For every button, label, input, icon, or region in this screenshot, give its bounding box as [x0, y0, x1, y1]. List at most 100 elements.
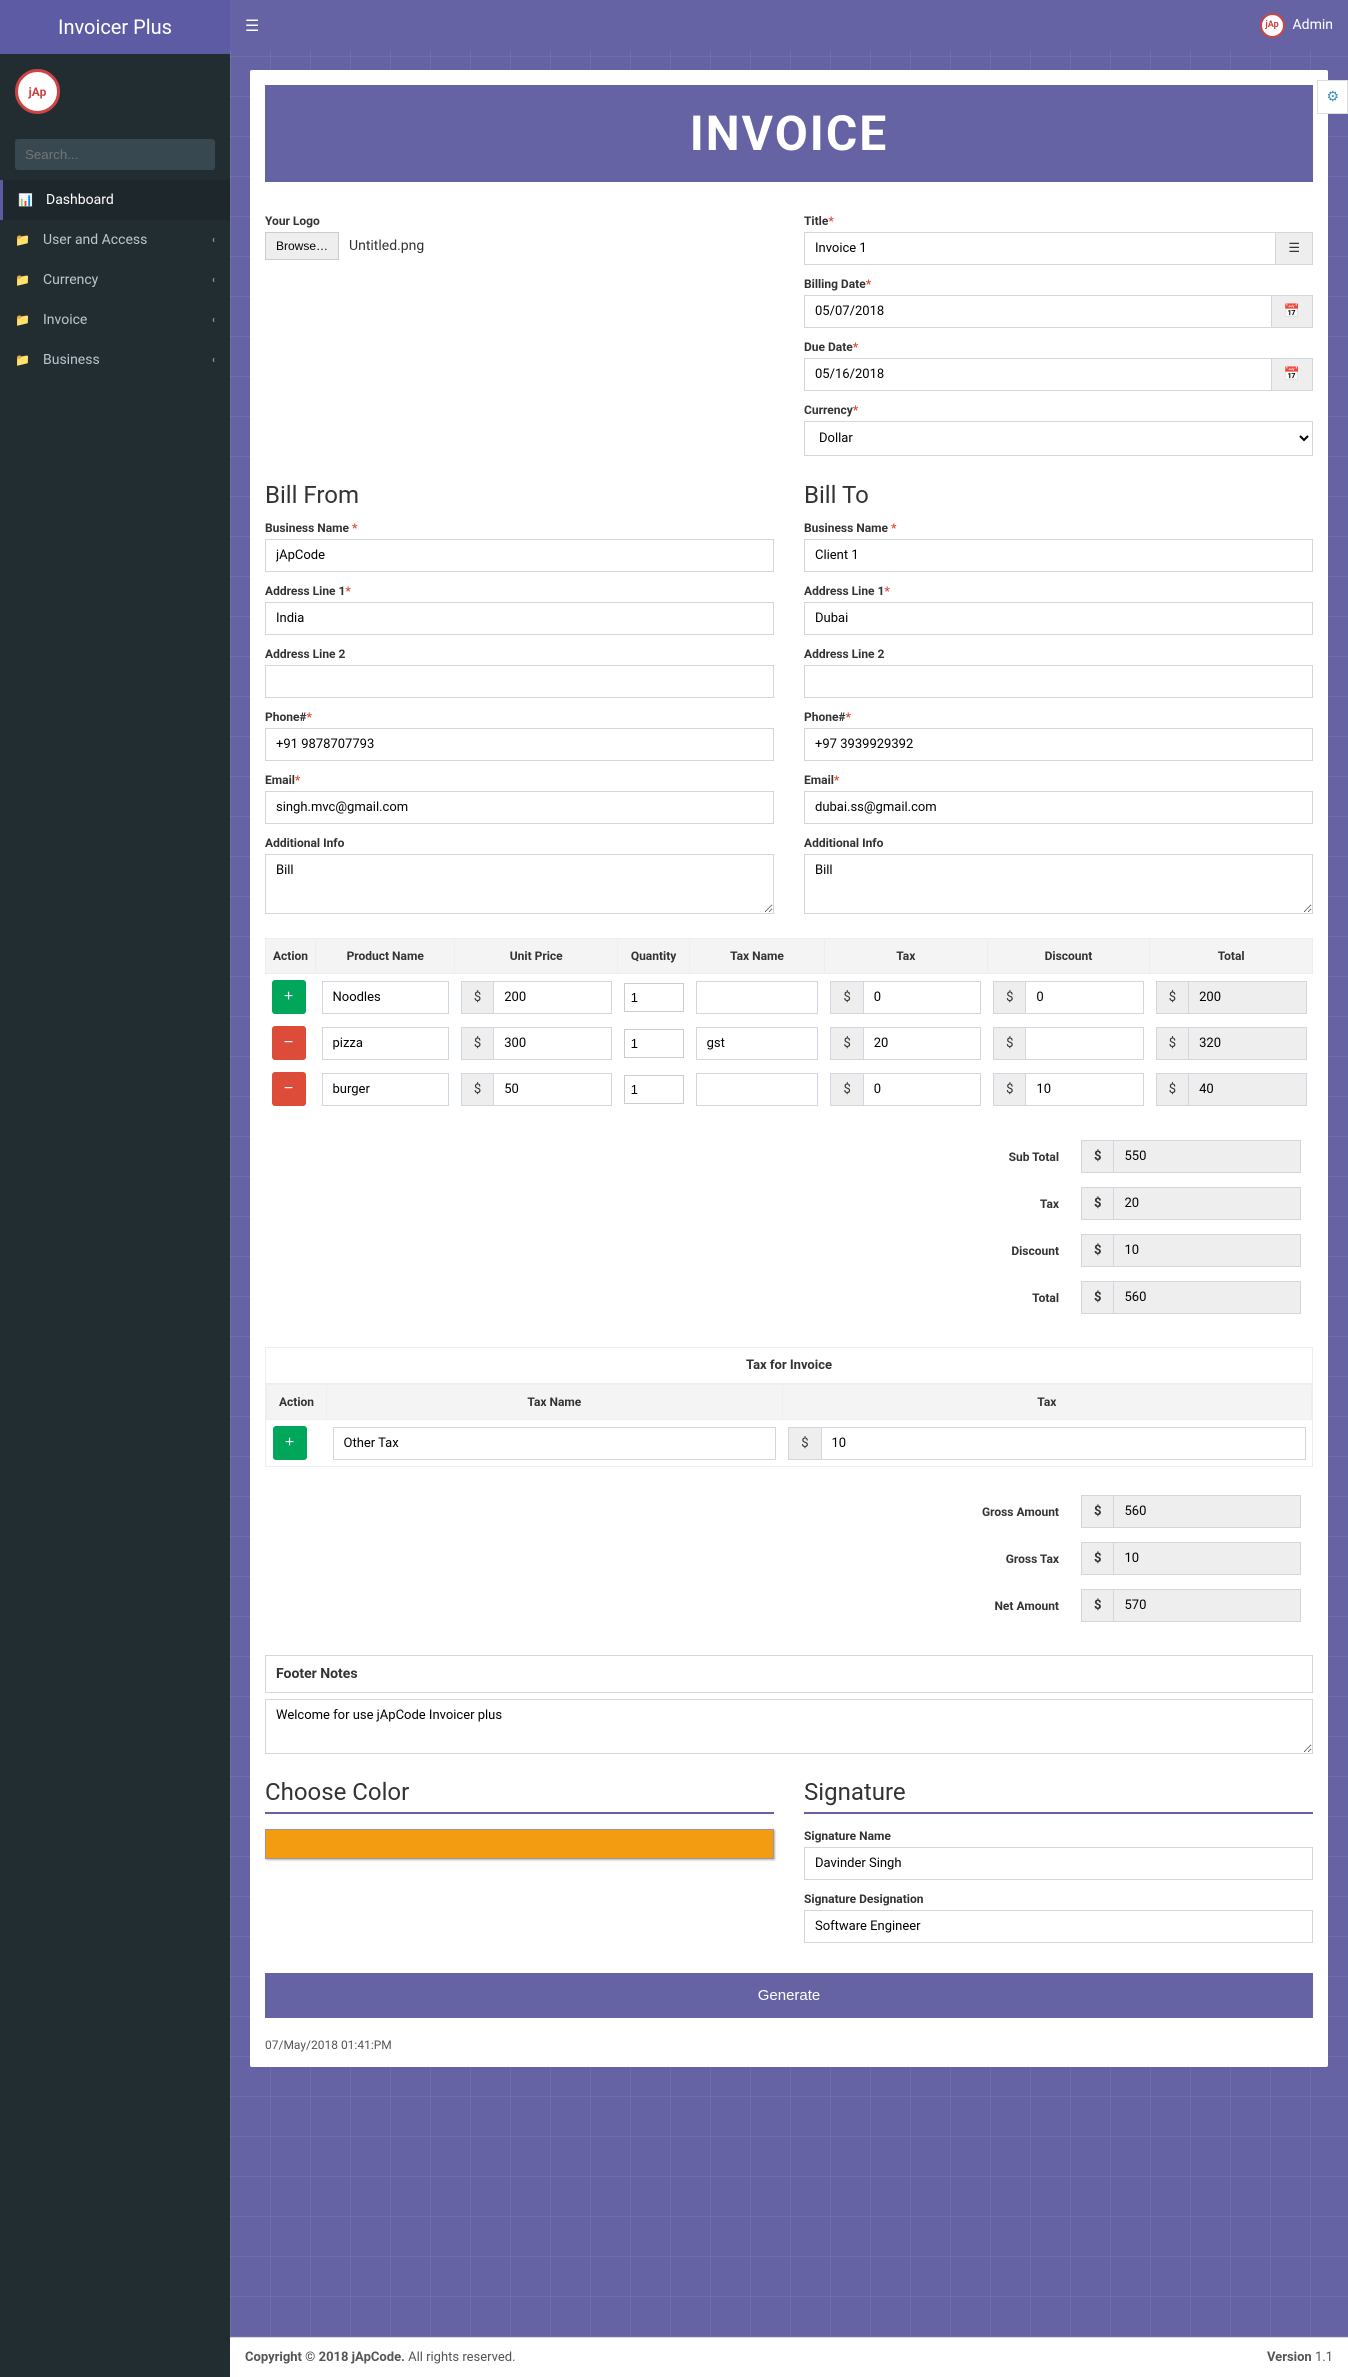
menu-icon[interactable]: ☰	[1276, 232, 1313, 265]
to-addr2-label: Address Line 2	[804, 647, 1313, 661]
browse-button[interactable]: Browse…	[265, 232, 339, 260]
currency-symbol: $	[461, 981, 493, 1014]
discount-label: Discount	[999, 1228, 1069, 1273]
currency-symbol: $	[993, 981, 1025, 1014]
sidebar-item-label: Currency	[43, 272, 98, 288]
add-tax-button[interactable]: +	[273, 1426, 307, 1460]
signature-name-input[interactable]	[804, 1847, 1313, 1880]
due-date-input[interactable]	[804, 358, 1272, 391]
items-header: Discount	[987, 939, 1150, 974]
unit-price-input[interactable]	[493, 981, 611, 1014]
row-total	[1188, 1027, 1306, 1060]
gross-amount-label: Gross Amount	[972, 1489, 1069, 1534]
chevron-left-icon: ‹	[212, 235, 215, 246]
search-button[interactable]: 🔍	[212, 139, 215, 170]
choose-color-heading: Choose Color	[265, 1778, 774, 1814]
net-amount-label: Net Amount	[972, 1583, 1069, 1628]
from-phone-input[interactable]	[265, 728, 774, 761]
tax-input[interactable]	[863, 1027, 981, 1060]
generate-button[interactable]: Generate	[265, 1973, 1313, 2018]
remove-row-button[interactable]: −	[272, 1072, 306, 1106]
total-label: Total	[999, 1275, 1069, 1320]
currency-symbol: $	[1081, 1542, 1113, 1575]
quantity-input[interactable]	[624, 1075, 684, 1104]
product-name-input[interactable]	[322, 1027, 449, 1060]
unit-price-input[interactable]	[493, 1027, 611, 1060]
currency-label: Currency*	[804, 403, 1313, 417]
gear-icon: ⚙	[1326, 89, 1339, 105]
tax-input[interactable]	[863, 981, 981, 1014]
discount-value	[1113, 1234, 1301, 1267]
from-email-input[interactable]	[265, 791, 774, 824]
sidebar-item-dashboard[interactable]: 📊Dashboard	[0, 180, 230, 220]
tax-input[interactable]	[863, 1073, 981, 1106]
net-amount-value	[1113, 1589, 1301, 1622]
from-info-label: Additional Info	[265, 836, 774, 850]
sidebar-item-label: User and Access	[43, 232, 147, 248]
to-phone-input[interactable]	[804, 728, 1313, 761]
total-value	[1113, 1281, 1301, 1314]
tax-name-input[interactable]	[333, 1427, 777, 1460]
currency-symbol: $	[1081, 1281, 1113, 1314]
product-name-input[interactable]	[322, 1073, 449, 1106]
avatar-icon: jAp	[1260, 13, 1285, 38]
tax-name-input[interactable]	[696, 981, 819, 1014]
menu-toggle-icon[interactable]: ☰	[245, 16, 259, 35]
remove-row-button[interactable]: −	[272, 1026, 306, 1060]
from-phone-label: Phone#*	[265, 710, 774, 724]
settings-tab[interactable]: ⚙	[1317, 80, 1348, 114]
calendar-icon[interactable]: 📅	[1272, 358, 1313, 391]
product-name-input[interactable]	[322, 981, 449, 1014]
signature-desig-input[interactable]	[804, 1910, 1313, 1943]
tax-name-input[interactable]	[696, 1073, 819, 1106]
sidebar-item-business[interactable]: 📁Business‹	[0, 340, 230, 380]
currency-symbol: $	[461, 1073, 493, 1106]
currency-select[interactable]: Dollar	[804, 421, 1313, 456]
sidebar-item-user-and-access[interactable]: 📁User and Access‹	[0, 220, 230, 260]
add-row-button[interactable]: +	[272, 980, 306, 1014]
to-email-label: Email*	[804, 773, 1313, 787]
chevron-left-icon: ‹	[212, 275, 215, 286]
items-header: Action	[266, 939, 316, 974]
to-addr1-input[interactable]	[804, 602, 1313, 635]
signature-heading: Signature	[804, 1778, 1313, 1814]
to-addr2-input[interactable]	[804, 665, 1313, 698]
currency-symbol: $	[461, 1027, 493, 1060]
title-input[interactable]	[804, 232, 1276, 265]
color-picker[interactable]	[265, 1829, 774, 1859]
quantity-input[interactable]	[624, 983, 684, 1012]
items-header: Total	[1150, 939, 1313, 974]
tax-section-header: Tax for Invoice	[266, 1348, 1312, 1384]
app-logo[interactable]: Invoicer Plus	[0, 0, 230, 54]
calendar-icon[interactable]: 📅	[1272, 295, 1313, 328]
to-info-textarea[interactable]: Bill	[804, 854, 1313, 914]
from-info-textarea[interactable]: Bill	[265, 854, 774, 914]
from-business-input[interactable]	[265, 539, 774, 572]
sidebar-item-label: Invoice	[43, 312, 87, 328]
to-business-input[interactable]	[804, 539, 1313, 572]
from-addr2-input[interactable]	[265, 665, 774, 698]
discount-input[interactable]	[1025, 981, 1143, 1014]
billing-date-input[interactable]	[804, 295, 1272, 328]
title-label: Title*	[804, 214, 1313, 228]
discount-input[interactable]	[1025, 1073, 1143, 1106]
user-menu[interactable]: jAp Admin	[1260, 13, 1333, 38]
currency-symbol: $	[1081, 1234, 1113, 1267]
to-email-input[interactable]	[804, 791, 1313, 824]
search-input[interactable]	[15, 139, 212, 170]
discount-input[interactable]	[1025, 1027, 1143, 1060]
sidebar-item-invoice[interactable]: 📁Invoice‹	[0, 300, 230, 340]
from-addr1-input[interactable]	[265, 602, 774, 635]
bill-from-heading: Bill From	[265, 481, 774, 509]
footer-notes-textarea[interactable]: Welcome for use jApCode Invoicer plus	[265, 1699, 1313, 1754]
sidebar-item-currency[interactable]: 📁Currency‹	[0, 260, 230, 300]
gross-tax-value	[1113, 1542, 1301, 1575]
unit-price-input[interactable]	[493, 1073, 611, 1106]
tax-name-input[interactable]	[696, 1027, 819, 1060]
logo-label: Your Logo	[265, 214, 774, 228]
tax-amount-input[interactable]	[821, 1427, 1306, 1460]
table-row: − $ $ $ $	[266, 1020, 1313, 1066]
folder-icon: 📊	[18, 193, 38, 207]
quantity-input[interactable]	[624, 1029, 684, 1058]
topbar: ☰ jAp Admin	[230, 0, 1348, 50]
